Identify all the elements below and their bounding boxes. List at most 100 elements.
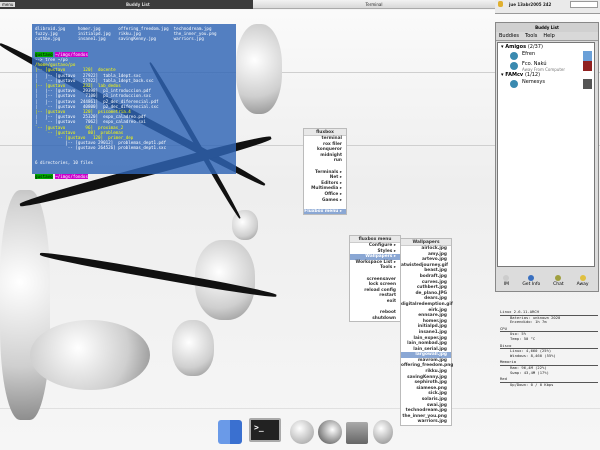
ls-output: dlibroid.jpg homer.jpg offering_freedom.… [35,26,233,42]
menu-item-label: artevo.jpg [422,257,447,263]
menu-item-label: restart [379,293,396,299]
get-info-button[interactable]: Get Info [522,275,540,287]
robot-body-image [30,320,150,390]
menu-item-label: Office [324,191,339,197]
menu-item-label: eirk.jpg [428,307,447,313]
menu-item-label: offering_freedom.png [401,363,454,369]
tree-summary: 6 directories, 10 files [35,159,93,165]
menu-item-label: curves.jpg [421,279,447,285]
menu-item-label: largowall.jpg [415,352,447,358]
finder-icon[interactable] [218,420,242,444]
robot-head-image [236,24,282,114]
disk-windows: Windows: 8,460 (55%) [510,352,556,358]
chat-button[interactable]: Chat [553,275,564,287]
terminal-titlebar[interactable]: Terminal [253,0,495,9]
menu-item-label: screensaver [366,276,396,282]
menu-item-label: shutdown [372,315,396,321]
menu-item-label: Configure [368,243,393,248]
menu-item[interactable]: shutdown [350,316,400,322]
window-menu-button[interactable]: menu [0,2,16,7]
tree-output: |-- [gustavo 120] docente | |-- [gustavo … [35,67,233,150]
buddy-list-title: Buddy List [496,23,598,32]
buddy-list-window[interactable]: Buddy List Buddies Tools Help ▾ Amigos (2/… [495,22,599,292]
robot-body-image [0,190,50,420]
buddy-avatar [583,79,592,89]
menu-tools[interactable]: Tools [525,33,537,39]
dock: >_ [213,418,395,450]
menu-item-label: lain_serial.jpg [413,346,447,352]
menu-item-label: run [333,158,342,164]
buddy-list-titlebar[interactable]: menu Buddy List [0,0,253,9]
fluxbox-menu[interactable]: fluxbox menu Configure ▸ Styles ▸ Wallpaper… [349,235,401,323]
menu-item-label: cuthbert.jpg [416,285,447,291]
buddy-name: Efren [522,51,536,57]
buddy-item[interactable]: Efren [498,51,594,61]
im-button[interactable]: IM [503,275,510,287]
wallpapers-menu[interactable]: Wallpapers airlock.jpg amy.jpg artevo.jpg at… [400,238,454,426]
menu-item-label: initialpd.jpg [417,324,447,330]
disk-icon[interactable] [346,422,368,444]
menu-item-label: homer.jpg [422,318,447,324]
sphere-icon[interactable] [373,420,393,444]
group-count: (2/37) [527,44,543,50]
menu-item-label: savingKenny.jpg [407,374,447,380]
menu-item-label: Styles [377,248,393,254]
terminal-window[interactable]: dlibroid.jpg homer.jpg offering_freedom.… [32,24,236,180]
menu-item-label: reboot [379,310,396,316]
buddy-item[interactable]: Nemesys [498,79,594,89]
sphere-icon[interactable] [290,420,314,444]
network-speed: Up/Down: 0 / 0 Kbps [510,381,554,387]
system-tray: jue 13abr2005 242 [495,0,600,14]
away-button[interactable]: Away [577,275,589,287]
menu-item-label: Terminals [315,169,339,175]
im-icon [503,275,510,281]
group-name: Amigos [505,44,527,50]
menu-item-label: terminal [321,136,342,141]
prompt-path: ~/imgs/fondos [55,174,88,180]
menu-item-label: beast.jpg [424,268,447,274]
uptime: Encendido: 1h 7m [510,319,547,325]
menu-item-label: reload config [364,287,396,293]
menu-item-label: sick.jpg [428,391,447,397]
menu-item-label: digitalredemption.gif [401,301,453,307]
window-title: Terminal [365,2,383,7]
menu-item-label: lain_exper.jpg [413,335,448,341]
chat-icon [555,275,562,281]
menu-item-label: warriors.jpg [417,419,447,425]
buddy-toolbar: IM Get Info Chat Away [497,269,595,289]
menu-help[interactable]: Help [543,33,554,39]
menu-item[interactable]: Fluxbox menu ▸ [304,208,346,215]
menu-buddies[interactable]: Buddies [499,33,519,39]
tree-line: `-- [gustavo 264526] problemas_dept1.sxc [35,145,167,151]
menu-item-label: de_plano.JPG [415,290,447,296]
menu-item-label: ennsare.jpg [418,313,447,319]
button-label: Chat [553,282,564,287]
robot-head-image [172,320,214,376]
buddy-tree[interactable]: ▾ Amigos (2/37) Efren Fco. Nakú Away From… [497,42,595,267]
menu-item-label: bodraft.jpg [419,273,447,279]
workspace-pager[interactable] [570,1,598,8]
person-icon [510,80,518,88]
swap: Swap: 43,4M (17%) [510,369,549,375]
clock: jue 13abr2005 242 [509,2,552,7]
group-amigos[interactable]: ▾ Amigos (2/37) [498,43,594,51]
buddy-item[interactable]: Fco. Nakú Away From Computer [498,61,594,72]
menu-item-label: Fluxbox menu [304,208,339,214]
tray-icon[interactable] [498,1,503,7]
menu-title: fluxbox [304,129,346,136]
terminal-icon[interactable]: >_ [249,418,281,442]
menu-item-label: Editors [321,180,339,186]
root-menu[interactable]: fluxbox terminal rox filer konqueror midnigh… [303,128,347,216]
button-label: IM [503,282,510,287]
buddy-avatar [583,51,592,61]
menu-item-label: lain_nombad.jpg [407,341,447,347]
window-title: Buddy List [126,2,150,7]
menu-item[interactable]: warriors.jpg [401,419,451,425]
menu-item-label: insane1.jpg [418,329,447,335]
menu-item-label: solaris.jpg [421,397,447,403]
menu-item-label: Games [321,197,339,203]
menu-item-label: rikku.jpg [425,369,447,375]
buddy-avatar [583,61,592,71]
globe-icon[interactable] [318,420,342,444]
menu-title: fluxbox menu [350,236,400,243]
